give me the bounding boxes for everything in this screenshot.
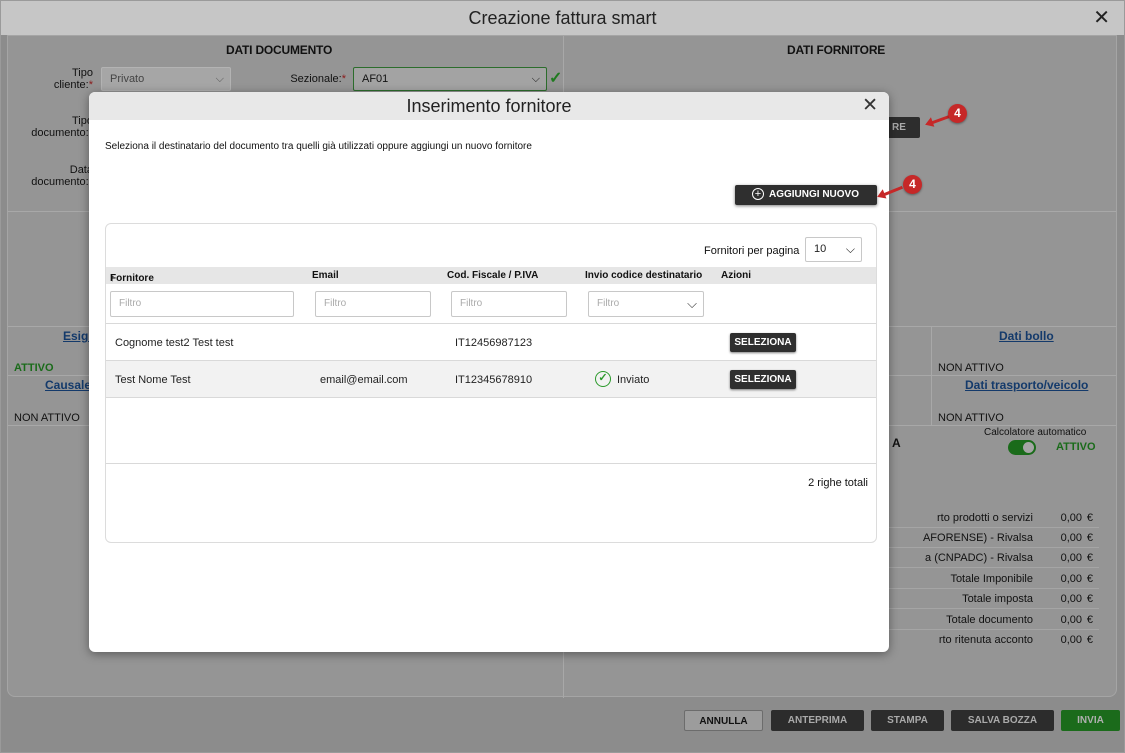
row-divider <box>106 463 876 464</box>
check-icon: ✓ <box>549 70 563 87</box>
chevron-down-icon: ⌵ <box>845 242 855 256</box>
invia-button[interactable]: INVIA <box>1061 710 1120 731</box>
per-page-label: Fornitori per pagina <box>704 245 800 257</box>
salva-bozza-button[interactable]: SALVA BOZZA <box>951 710 1054 731</box>
fornitori-table-card: Fornitori per pagina 10 ⌵ Fornitore ↑ Ema… <box>105 223 877 543</box>
stampa-button[interactable]: STAMPA <box>871 710 944 731</box>
chevron-down-icon: ⌵ <box>215 73 224 85</box>
cell-email: email@email.com <box>320 374 408 386</box>
cell-invio: Inviato <box>617 374 650 386</box>
dati-fornitore-title: DATI FORNITORE <box>787 43 886 57</box>
totals-row: Totale imposta 0,00 € <box>861 589 1099 609</box>
dati-trasporto-status: NON ATTIVO <box>938 412 1004 424</box>
seleziona-button[interactable]: SELEZIONA <box>730 370 796 389</box>
annotation-marker: 4 <box>903 175 922 194</box>
check-circle-icon: ✓ <box>595 371 611 387</box>
calcolatore-toggle[interactable] <box>1008 440 1036 455</box>
annulla-button[interactable]: ANNULLA <box>684 710 763 731</box>
calcolatore-label: Calcolatore automatico <box>984 427 1087 438</box>
col-email: Email <box>312 270 339 281</box>
seleziona-button[interactable]: SELEZIONA <box>730 333 796 352</box>
sezionale-select[interactable]: AF01 ⌵ <box>353 67 547 91</box>
cell-fornitore: Test Nome Test <box>115 374 191 386</box>
dati-trasporto-link[interactable]: Dati trasporto/veicolo <box>965 378 1088 392</box>
toggle-knob <box>1023 442 1034 453</box>
tipo-cliente-label: Tipo cliente:* <box>53 67 93 91</box>
table-row: Test Nome Test email@email.com IT1234567… <box>106 361 876 397</box>
totals-row: AFORENSE) - Rivalsa 0,00 € <box>861 528 1099 548</box>
modal-title: Inserimento fornitore <box>89 92 889 120</box>
annotation-marker: 4 <box>948 104 967 123</box>
cell-cod-fiscale: IT12345678910 <box>455 374 533 386</box>
window-title: Creazione fattura smart <box>1 1 1124 35</box>
chevron-down-icon: ⌵ <box>531 73 540 85</box>
causale-link[interactable]: Causale <box>45 378 91 392</box>
chevron-down-icon: ⌵ <box>687 296 697 311</box>
plus-circle-icon: + <box>752 188 764 200</box>
dati-bollo-status: NON ATTIVO <box>938 362 1004 374</box>
table-header: Fornitore ↑ Email Cod. Fiscale / P.IVA I… <box>106 267 876 284</box>
data-documento-label: Data documento:* <box>31 164 93 188</box>
dati-documento-title: DATI DOCUMENTO <box>226 43 333 57</box>
col-azioni: Azioni <box>721 270 751 281</box>
totals-row: Totale Imponibile 0,00 € <box>861 569 1099 589</box>
cell-fornitore: Cognome test2 Test test <box>115 337 234 349</box>
close-icon[interactable]: ✕ <box>1093 8 1110 28</box>
modal-intro-text: Seleziona il destinatario del documento … <box>105 141 532 152</box>
filter-fornitore-input[interactable]: Filtro <box>110 291 294 317</box>
esigibilita-link[interactable]: Esigi <box>63 329 92 343</box>
totals-row: a (CNPADC) - Rivalsa 0,00 € <box>861 548 1099 568</box>
filter-cod-fiscale-input[interactable]: Filtro <box>451 291 567 317</box>
calcolatore-status: ATTIVO <box>1056 441 1096 453</box>
anteprima-button[interactable]: ANTEPRIMA <box>771 710 864 731</box>
totals-row: rto prodotti o servizi 0,00 € <box>861 508 1099 528</box>
esigibilita-status: ATTIVO <box>14 362 54 374</box>
riepilogo-title: A <box>892 436 901 450</box>
total-rows-text: 2 righe totali <box>808 477 868 489</box>
filter-email-input[interactable]: Filtro <box>315 291 431 317</box>
cell-cod-fiscale: IT12456987123 <box>455 337 533 349</box>
tipo-documento-label: Tipo documento:* <box>31 115 93 139</box>
tipo-cliente-select[interactable]: Privato ⌵ <box>101 67 231 91</box>
col-cod-fiscale: Cod. Fiscale / P.IVA <box>447 270 539 281</box>
divider <box>931 326 932 425</box>
totals-row: Totale documento 0,00 € <box>861 610 1099 630</box>
aggiungi-nuovo-button[interactable]: + AGGIUNGI NUOVO <box>735 185 877 205</box>
close-icon[interactable]: ✕ <box>862 96 878 115</box>
sezionale-label: Sezionale:* <box>290 73 346 85</box>
table-row: Cognome test2 Test test IT12456987123 SE… <box>106 324 876 360</box>
col-invio: Invio codice destinatario <box>585 270 703 281</box>
causale-status: NON ATTIVO <box>14 412 80 424</box>
row-divider <box>106 397 876 398</box>
per-page-select[interactable]: 10 ⌵ <box>805 237 862 262</box>
filter-invio-select[interactable]: Filtro ⌵ <box>588 291 704 317</box>
inserimento-fornitore-modal: Inserimento fornitore ✕ Seleziona il des… <box>89 92 889 652</box>
sort-asc-icon: ↑ <box>110 273 115 284</box>
totals-row: rto ritenuta acconto 0,00 € <box>938 634 1093 646</box>
dati-bollo-link[interactable]: Dati bollo <box>999 329 1054 343</box>
